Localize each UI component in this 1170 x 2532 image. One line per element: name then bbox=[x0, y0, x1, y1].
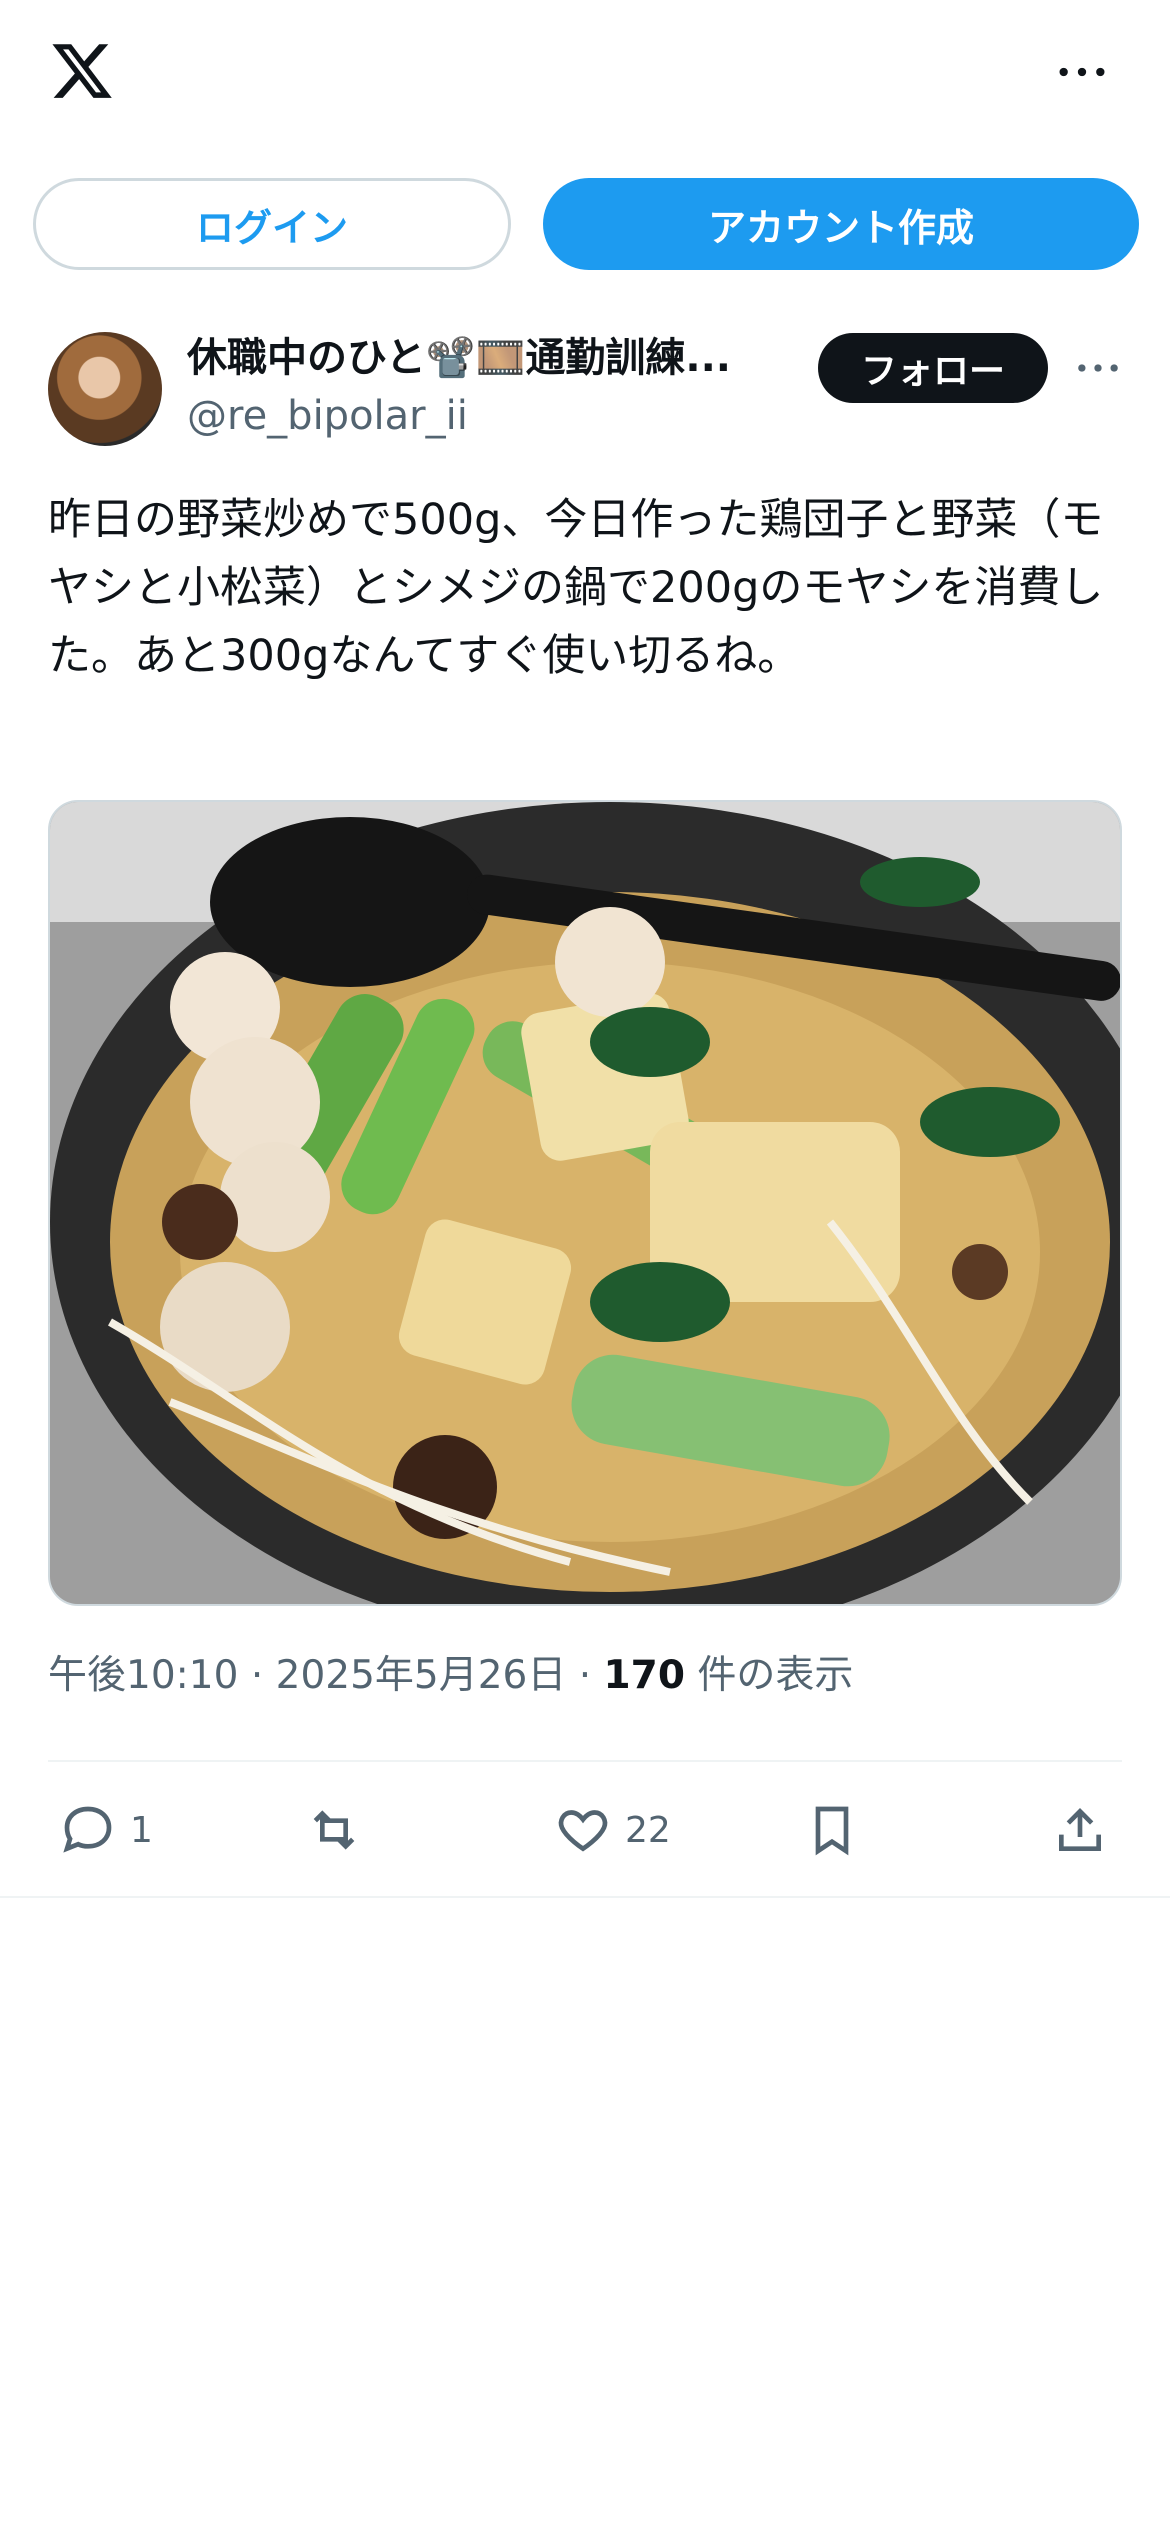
reply-count: 1 bbox=[130, 1809, 153, 1851]
repost-icon bbox=[313, 1810, 355, 1850]
author-handle[interactable]: @re_bipolar_ii bbox=[187, 388, 468, 444]
bookmark-button[interactable] bbox=[804, 1790, 860, 1870]
post-date[interactable]: 2025年5月26日 bbox=[276, 1653, 567, 1698]
post-more-icon[interactable] bbox=[1070, 348, 1126, 388]
divider bbox=[48, 1760, 1122, 1762]
login-button[interactable]: ログイン bbox=[33, 178, 511, 270]
divider-bottom bbox=[0, 1896, 1170, 1898]
action-bar: 1 22 bbox=[0, 1790, 1170, 1870]
post-photo[interactable] bbox=[48, 800, 1122, 1606]
heart-icon bbox=[558, 1810, 608, 1852]
like-button[interactable]: 22 bbox=[555, 1790, 671, 1870]
x-logo-icon[interactable] bbox=[48, 38, 116, 104]
reply-icon bbox=[63, 1806, 112, 1853]
views-label: 件の表示 bbox=[697, 1653, 854, 1698]
auth-buttons: ログイン アカウント作成 bbox=[0, 178, 1170, 272]
post-text: 昨日の野菜炒めで500g、今日作った鶏団子と野菜（モヤシと小松菜）とシメジの鍋で… bbox=[48, 495, 1104, 681]
share-icon bbox=[1059, 1808, 1101, 1851]
repost-button[interactable] bbox=[306, 1790, 376, 1870]
post-header: 休職中のひと📽️🎞️通勤訓練... @re_bipolar_ii フォロー bbox=[0, 330, 1170, 450]
top-bar bbox=[0, 0, 1170, 150]
signup-button[interactable]: アカウント作成 bbox=[543, 178, 1139, 270]
like-count: 22 bbox=[625, 1809, 671, 1851]
post-time[interactable]: 午後10:10 bbox=[48, 1653, 238, 1698]
bookmark-icon bbox=[815, 1806, 849, 1856]
share-button[interactable] bbox=[1052, 1790, 1108, 1870]
meta-separator: · bbox=[250, 1653, 264, 1698]
follow-button[interactable]: フォロー bbox=[818, 333, 1048, 403]
more-icon[interactable] bbox=[1052, 52, 1112, 92]
meta-separator-2: · bbox=[578, 1653, 592, 1698]
post-meta: 午後10:10 · 2025年5月26日 · 170 件の表示 bbox=[48, 1648, 853, 1704]
avatar[interactable] bbox=[48, 332, 162, 446]
author-name[interactable]: 休職中のひと📽️🎞️通勤訓練... bbox=[187, 330, 787, 386]
reply-button[interactable]: 1 bbox=[60, 1790, 153, 1870]
views-count: 170 bbox=[603, 1653, 685, 1698]
